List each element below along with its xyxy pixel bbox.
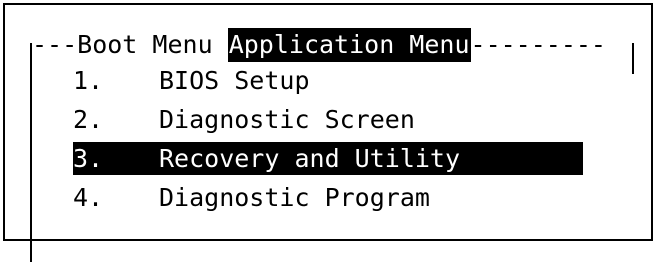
title-left-dashes: --- (32, 30, 78, 59)
menu-title-bar: --- Boot Menu Application Menu --------- (32, 28, 606, 62)
tab-separator (213, 28, 228, 62)
menu-item-label: Diagnostic Program (159, 183, 430, 212)
menu-item-label: Recovery and Utility (159, 144, 461, 173)
menu-frame-right-border (632, 43, 634, 74)
menu-item-number: 4. (73, 183, 104, 212)
menu-frame-left-border (30, 43, 32, 262)
tab-application-menu[interactable]: Application Menu (227, 28, 471, 62)
title-right-dashes: --------- (470, 30, 606, 59)
menu-item-bios-setup[interactable]: 1. BIOS Setup (73, 64, 583, 97)
menu-item-recovery-and-utility[interactable]: 3. Recovery and Utility (73, 142, 583, 175)
menu-item-label: BIOS Setup (159, 66, 310, 95)
boot-menu-screen: --- Boot Menu Application Menu ---------… (0, 0, 658, 262)
menu-item-diagnostic-screen[interactable]: 2. Diagnostic Screen (73, 103, 583, 136)
menu-item-label: Diagnostic Screen (159, 105, 415, 134)
menu-item-number: 1. (73, 66, 104, 95)
menu-item-number: 3. (73, 144, 104, 173)
menu-item-number: 2. (73, 105, 104, 134)
tab-boot-menu[interactable]: Boot Menu (77, 28, 212, 62)
application-menu-list: 1. BIOS Setup 2. Diagnostic Screen 3. Re… (73, 64, 583, 220)
menu-item-diagnostic-program[interactable]: 4. Diagnostic Program (73, 181, 583, 214)
